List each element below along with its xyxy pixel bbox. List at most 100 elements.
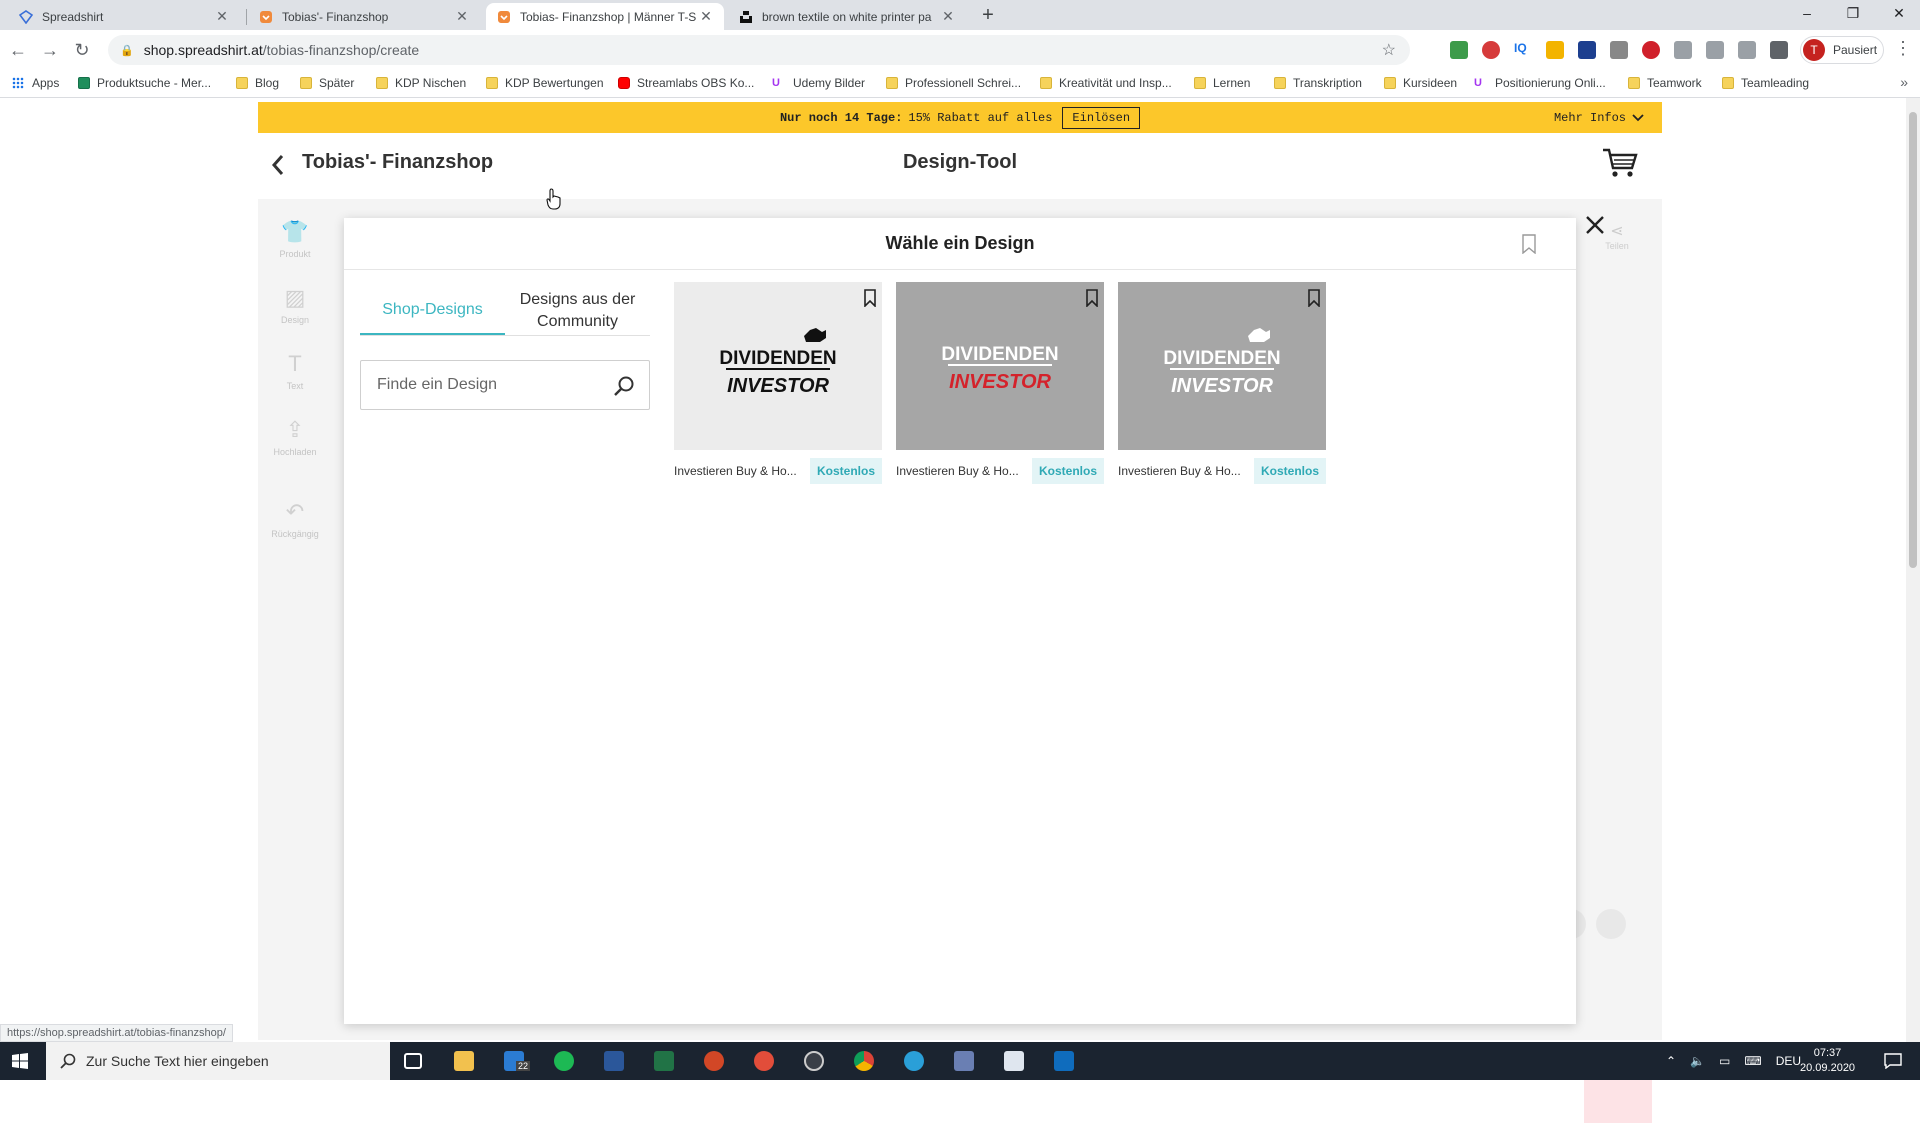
windows-start-icon[interactable]: [12, 1053, 28, 1069]
browser-menu-icon[interactable]: ⋮: [1894, 38, 1912, 59]
volume-icon[interactable]: 🔈: [1690, 1054, 1705, 1068]
page-scrollbar[interactable]: [1906, 98, 1920, 1042]
redeem-button[interactable]: Einlösen: [1062, 106, 1141, 129]
close-window-icon[interactable]: ✕: [1876, 0, 1920, 30]
tool-design[interactable]: ▨ Design: [266, 285, 324, 325]
folder-icon: [886, 77, 898, 89]
tool-text[interactable]: T Text: [266, 351, 324, 391]
adblock-icon[interactable]: [1642, 41, 1660, 59]
bookmark-star-icon[interactable]: ☆: [1382, 40, 1396, 60]
bookmark-item[interactable]: Lernen: [1194, 76, 1250, 90]
bookmark-item[interactable]: KDP Nischen: [376, 76, 466, 90]
chrome-icon[interactable]: [854, 1051, 874, 1071]
tab-close-icon[interactable]: ✕: [698, 8, 714, 25]
mail-icon[interactable]: 22: [504, 1051, 531, 1071]
design-card[interactable]: DIVIDENDEN INVESTOR Investieren Buy & Ho…: [896, 282, 1104, 486]
app-icon[interactable]: [954, 1051, 974, 1071]
tab-close-icon[interactable]: ✕: [454, 8, 470, 25]
scrollbar-thumb[interactable]: [1909, 112, 1917, 568]
design-thumbnail[interactable]: DIVIDENDEN INVESTOR: [896, 282, 1104, 450]
extension-icon[interactable]: [1482, 41, 1500, 59]
more-info-link[interactable]: Mehr Infos: [1554, 111, 1644, 125]
design-card[interactable]: DIVIDENDEN INVESTOR Investieren Buy & Ho…: [674, 282, 882, 486]
bookmark-item[interactable]: Teamwork: [1628, 76, 1702, 90]
bookmark-icon[interactable]: [1308, 289, 1320, 307]
bookmark-item[interactable]: Später: [300, 76, 354, 90]
tab-close-icon[interactable]: ✕: [214, 8, 230, 25]
design-card[interactable]: DIVIDENDEN INVESTOR Investieren Buy & Ho…: [1118, 282, 1326, 486]
outlook-icon[interactable]: [1054, 1051, 1074, 1071]
bookmark-item[interactable]: Kursideen: [1384, 76, 1457, 90]
language-indicator[interactable]: DEU: [1776, 1054, 1801, 1068]
word-icon[interactable]: [604, 1051, 624, 1071]
add-to-cart-button[interactable]: [1584, 1079, 1652, 1123]
hand-cursor-icon: [546, 188, 561, 210]
design-meta: Investieren Buy & Ho... Kostenlos: [896, 456, 1104, 486]
obs-icon[interactable]: [804, 1051, 824, 1071]
bookmark-apps[interactable]: Apps: [12, 76, 59, 90]
eyedropper-icon[interactable]: [1738, 41, 1756, 59]
bookmark-item[interactable]: Transkription: [1274, 76, 1362, 90]
extension-icon[interactable]: [1674, 41, 1692, 59]
powerpoint-icon[interactable]: [704, 1051, 724, 1071]
browser-tab-finanzshop[interactable]: Tobias'- Finanzshop ✕: [248, 3, 480, 30]
notification-center-icon[interactable]: [1884, 1053, 1902, 1069]
extension-icon[interactable]: [1546, 41, 1564, 59]
bookmark-item[interactable]: Teamleading: [1722, 76, 1809, 90]
forward-arrow-icon[interactable]: →: [38, 38, 62, 62]
tab-community-designs[interactable]: Designs aus der Community: [505, 286, 650, 335]
search-icon[interactable]: [613, 375, 635, 397]
tool-upload[interactable]: ⇪ Hochladen: [266, 417, 324, 457]
tab-close-icon[interactable]: ✕: [940, 8, 956, 25]
design-thumbnail[interactable]: DIVIDENDEN INVESTOR: [674, 282, 882, 450]
extension-icon[interactable]: [1706, 41, 1724, 59]
new-tab-button[interactable]: +: [976, 4, 1000, 28]
clock[interactable]: 07:37 20.09.2020: [1800, 1042, 1855, 1080]
back-arrow-icon[interactable]: ←: [6, 38, 30, 62]
tool-product[interactable]: 👕 Produkt: [266, 219, 324, 259]
bookmark-icon[interactable]: [864, 289, 876, 307]
saved-designs-bookmark-icon[interactable]: [1522, 234, 1536, 254]
task-view-icon[interactable]: [404, 1053, 422, 1069]
bookmark-item[interactable]: U Udemy Bilder: [772, 76, 865, 90]
bookmark-item[interactable]: U Positionierung Onli...: [1474, 76, 1606, 90]
app-icon[interactable]: [754, 1051, 774, 1071]
extensions-puzzle-icon[interactable]: [1770, 41, 1788, 59]
excel-icon[interactable]: [654, 1051, 674, 1071]
design-search-input[interactable]: [377, 376, 607, 394]
file-explorer-icon[interactable]: [454, 1051, 474, 1071]
restore-window-icon[interactable]: ❐: [1830, 0, 1876, 30]
extension-icon[interactable]: [1610, 41, 1628, 59]
profile-button[interactable]: T Pausiert: [1800, 36, 1884, 64]
extension-icon[interactable]: [1450, 41, 1468, 59]
design-thumbnail[interactable]: DIVIDENDEN INVESTOR: [1118, 282, 1326, 450]
bookmark-item[interactable]: Professionell Schrei...: [886, 76, 1021, 90]
address-bar[interactable]: 🔒 shop.spreadshirt.at/tobias-finanzshop/…: [108, 35, 1410, 65]
tab-shop-designs[interactable]: Shop-Designs: [360, 286, 505, 335]
color-swatch[interactable]: [1596, 909, 1626, 939]
extension-iq-icon[interactable]: IQ: [1514, 41, 1532, 59]
bookmark-item[interactable]: Kreativität und Insp...: [1040, 76, 1172, 90]
tool-undo[interactable]: ↶ Rückgängig: [266, 499, 324, 539]
browser-tab-maenner-tshirt[interactable]: Tobias- Finanzshop | Männer T-S ✕: [486, 3, 724, 30]
more-bookmarks-icon[interactable]: »: [1900, 74, 1908, 90]
edge-icon[interactable]: [904, 1051, 924, 1071]
taskbar-search-box[interactable]: Zur Suche Text hier eingeben: [46, 1042, 390, 1080]
bookmark-item[interactable]: Streamlabs OBS Ko...: [618, 76, 754, 90]
network-icon[interactable]: ▭: [1719, 1054, 1730, 1068]
bookmark-item[interactable]: Blog: [236, 76, 279, 90]
spotify-icon[interactable]: [554, 1051, 574, 1071]
tray-chevron-up-icon[interactable]: ⌃: [1666, 1054, 1676, 1068]
bookmark-item[interactable]: KDP Bewertungen: [486, 76, 604, 90]
reload-icon[interactable]: ↻: [70, 38, 94, 62]
extension-icon[interactable]: [1578, 41, 1596, 59]
browser-tab-spreadshirt[interactable]: Spreadshirt ✕: [8, 3, 240, 30]
minimize-window-icon[interactable]: –: [1784, 0, 1830, 30]
close-modal-icon[interactable]: [1584, 214, 1606, 236]
keyboard-icon[interactable]: ⌨: [1744, 1054, 1761, 1068]
browser-tab-unsplash[interactable]: brown textile on white printer pa ✕: [728, 3, 966, 30]
bookmark-icon[interactable]: [1086, 289, 1098, 307]
bookmark-item[interactable]: Produktsuche - Mer...: [78, 76, 211, 90]
cart-icon[interactable]: [1602, 147, 1638, 179]
notepad-icon[interactable]: [1004, 1051, 1024, 1071]
